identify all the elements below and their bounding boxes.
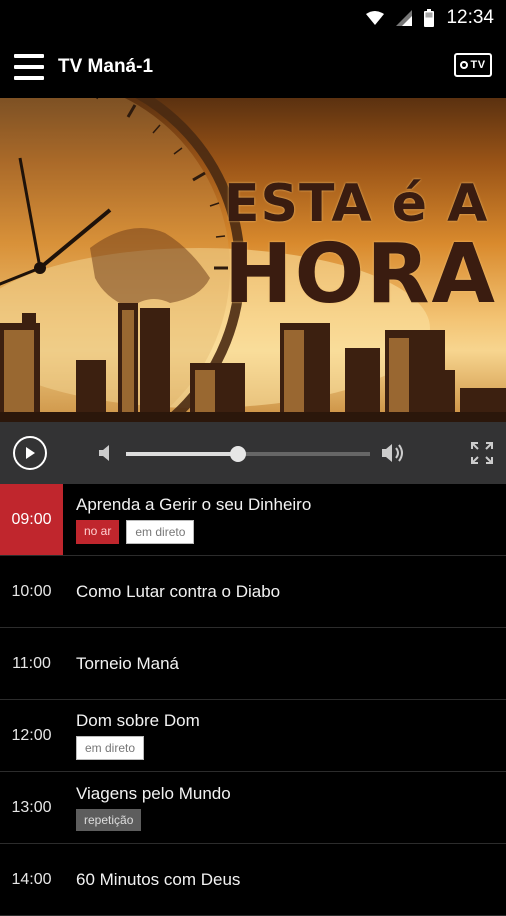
banner-title-line1: ESTA é A: [224, 174, 489, 234]
banner-title-line2: HORA: [224, 227, 497, 322]
schedule-title: 60 Minutos com Deus: [76, 869, 241, 889]
on-air-badge: no ar: [76, 520, 120, 544]
schedule-time: 13:00: [11, 798, 52, 816]
schedule-time: 10:00: [11, 582, 52, 600]
tv-logo-text: TV: [470, 59, 486, 71]
schedule-title: Dom sobre Dom: [76, 711, 200, 730]
volume-slider-fill: [126, 452, 239, 456]
schedule-time: 12:00: [11, 726, 52, 744]
schedule-row[interactable]: 09:00 Aprenda a Gerir o seu Dinheiro no …: [0, 484, 506, 556]
schedule-title: Como Lutar contra o Diabo: [76, 581, 281, 601]
battery-icon: [424, 9, 435, 27]
volume-low-icon[interactable]: [99, 444, 113, 467]
status-time: 12:34: [446, 7, 494, 28]
program-banner-image: ESTA é A HORA: [0, 98, 506, 422]
live-badge: em direto: [76, 736, 145, 760]
schedule-row[interactable]: 14:00 60 Minutos com Deus: [0, 844, 506, 916]
volume-high-icon[interactable]: [382, 442, 408, 469]
repeat-badge: repetição: [76, 809, 142, 831]
live-badge: em direto: [126, 520, 195, 544]
schedule-title: Viagens pelo Mundo: [76, 784, 231, 803]
hamburger-menu-icon[interactable]: [14, 54, 44, 80]
schedule-title: Torneio Maná: [76, 653, 180, 673]
cell-signal-icon: [396, 10, 413, 26]
banner-title: ESTA é A HORA: [224, 178, 504, 316]
schedule-row[interactable]: 10:00 Como Lutar contra o Diabo: [0, 556, 506, 628]
schedule-time: 09:00: [0, 484, 63, 555]
player-controls: [0, 422, 506, 484]
program-schedule-list: 09:00 Aprenda a Gerir o seu Dinheiro no …: [0, 484, 506, 916]
schedule-row[interactable]: 13:00 Viagens pelo Mundo repetição: [0, 772, 506, 844]
fullscreen-icon[interactable]: [471, 442, 493, 469]
schedule-title: Aprenda a Gerir o seu Dinheiro: [76, 495, 312, 514]
volume-slider-thumb[interactable]: [230, 446, 247, 462]
schedule-row[interactable]: 11:00 Torneio Maná: [0, 628, 506, 700]
channel-title: TV Maná-1: [58, 56, 154, 77]
wifi-icon: [366, 11, 385, 25]
schedule-row[interactable]: 12:00 Dom sobre Dom em direto: [0, 700, 506, 772]
status-bar: 12:34: [0, 0, 506, 36]
tv-logo-icon[interactable]: TV: [454, 53, 492, 77]
schedule-time: 14:00: [11, 870, 52, 888]
schedule-time: 11:00: [12, 654, 51, 672]
app-bar: TV Maná-1 TV: [0, 36, 506, 98]
volume-slider[interactable]: [126, 446, 370, 462]
play-button[interactable]: [13, 436, 47, 470]
play-icon: [26, 447, 35, 459]
